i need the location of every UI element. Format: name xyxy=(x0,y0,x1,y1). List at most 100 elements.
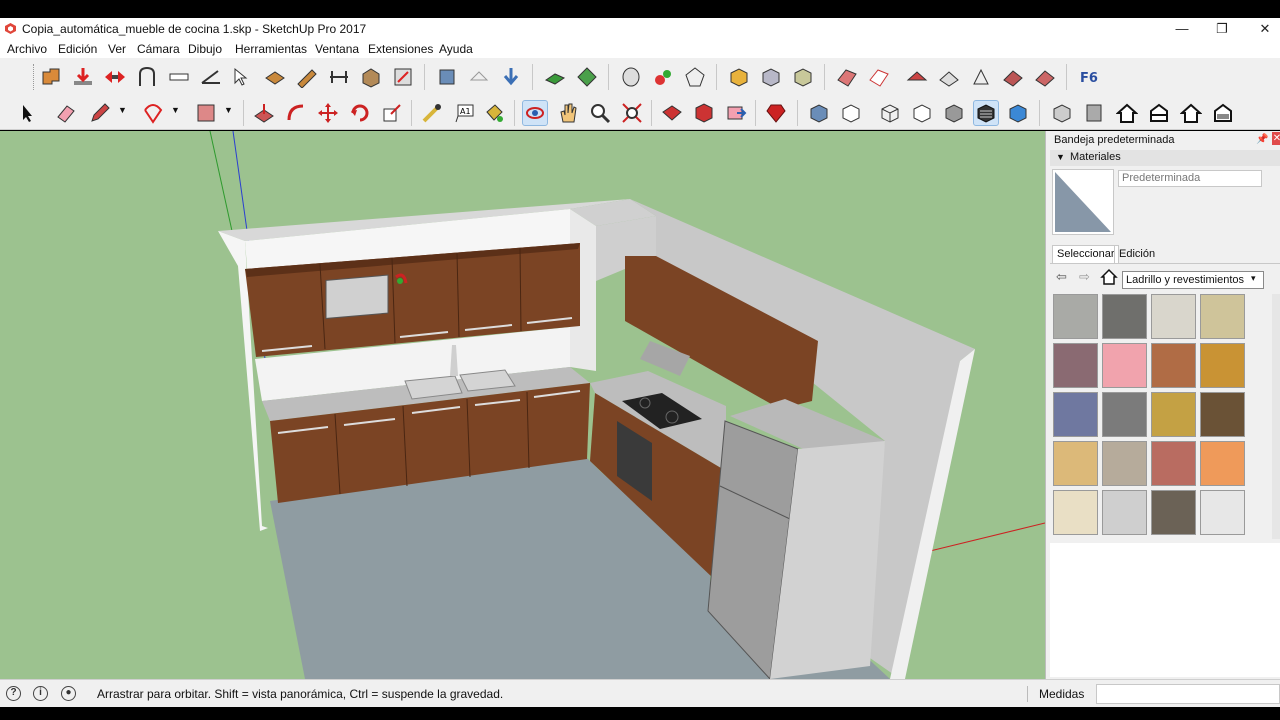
smoove-icon[interactable] xyxy=(904,64,930,90)
angle-icon[interactable] xyxy=(198,64,224,90)
solid-tools-icon[interactable] xyxy=(618,64,644,90)
material-swatch[interactable] xyxy=(1102,343,1147,388)
scene-icon[interactable] xyxy=(650,64,676,90)
material-swatch[interactable] xyxy=(1102,441,1147,486)
right-view-icon[interactable] xyxy=(1146,100,1172,126)
material-swatch[interactable] xyxy=(1053,343,1098,388)
wireframe-icon[interactable] xyxy=(877,100,903,126)
select-bend-icon[interactable] xyxy=(230,64,256,90)
menu-herramientas[interactable]: Herramientas xyxy=(235,42,307,56)
tab-seleccionar[interactable]: Seleccionar xyxy=(1052,245,1120,263)
top-view-icon[interactable] xyxy=(1081,100,1107,126)
arc-tool-icon[interactable] xyxy=(140,100,166,126)
swatch-scrollbar[interactable] xyxy=(1272,294,1280,539)
ruby-console-icon[interactable] xyxy=(763,100,789,126)
material-swatch[interactable] xyxy=(1102,294,1147,339)
tape-measure-icon[interactable] xyxy=(419,100,445,126)
menu-extensiones[interactable]: Extensiones xyxy=(368,42,433,56)
download-icon[interactable] xyxy=(498,64,524,90)
left-view-icon[interactable] xyxy=(1210,100,1236,126)
rotate-icon[interactable] xyxy=(347,100,373,126)
material-swatch[interactable] xyxy=(1102,392,1147,437)
close-button[interactable]: ✕ xyxy=(1243,18,1280,40)
shape-icon[interactable] xyxy=(682,64,708,90)
select-arrow-icon[interactable] xyxy=(14,100,40,126)
pencil-icon[interactable] xyxy=(87,100,113,126)
dimension-icon[interactable] xyxy=(166,64,192,90)
monochrome-icon[interactable] xyxy=(1005,100,1031,126)
follow-me-icon[interactable] xyxy=(283,100,309,126)
text-tool-icon[interactable]: A1 xyxy=(452,100,478,126)
pan-hand-icon[interactable] xyxy=(555,100,581,126)
menu-archivo[interactable]: Archivo xyxy=(7,42,47,56)
3d-warehouse-icon[interactable] xyxy=(659,100,685,126)
send-to-layout-icon[interactable] xyxy=(723,100,749,126)
eraser-icon[interactable] xyxy=(53,100,79,126)
menu-edicion[interactable]: Edición xyxy=(58,42,97,56)
iso-view-icon[interactable] xyxy=(1049,100,1075,126)
orbit-icon[interactable] xyxy=(522,100,548,126)
tray-close-button[interactable]: ✕ xyxy=(1272,132,1280,145)
home-icon[interactable] xyxy=(1100,268,1118,286)
back-arrow-icon[interactable]: ⇦ xyxy=(1056,269,1067,285)
tab-edicion[interactable]: Edición xyxy=(1114,246,1159,263)
material-swatch[interactable] xyxy=(1053,392,1098,437)
measurements-input[interactable] xyxy=(1096,684,1280,704)
material-swatch[interactable] xyxy=(1151,490,1196,535)
chevron-down-icon[interactable]: ▼ xyxy=(224,105,233,115)
library-dropdown[interactable]: Ladrillo y revestimientos ▾ xyxy=(1122,271,1264,289)
back-view-icon[interactable] xyxy=(1178,100,1204,126)
push-pull-tool-icon[interactable] xyxy=(251,100,277,126)
paint-bucket-icon[interactable] xyxy=(481,100,507,126)
subtract-icon[interactable] xyxy=(758,64,784,90)
material-swatch[interactable] xyxy=(1053,294,1098,339)
back-edges-icon[interactable] xyxy=(838,100,864,126)
intersect-icon[interactable] xyxy=(790,64,816,90)
sandbox-contours-icon[interactable] xyxy=(834,64,860,90)
flip-edge-icon[interactable] xyxy=(1032,64,1058,90)
material-swatch[interactable] xyxy=(1200,441,1245,486)
box-icon[interactable] xyxy=(358,64,384,90)
sandbox-grid-icon[interactable] xyxy=(866,64,892,90)
measure-width-icon[interactable] xyxy=(326,64,352,90)
menu-camara[interactable]: Cámara xyxy=(137,42,180,56)
material-name-field[interactable]: Predeterminada xyxy=(1118,170,1262,187)
material-swatch[interactable] xyxy=(1053,441,1098,486)
material-swatch[interactable] xyxy=(1200,490,1245,535)
sandbox-icon[interactable] xyxy=(262,64,288,90)
material-swatch[interactable] xyxy=(1200,343,1245,388)
material-swatch[interactable] xyxy=(1053,490,1098,535)
stretch-icon[interactable] xyxy=(102,64,128,90)
zoom-icon[interactable] xyxy=(587,100,613,126)
layer-green-icon[interactable] xyxy=(542,64,568,90)
collapse-arrow-icon[interactable]: ▼ xyxy=(1056,152,1065,162)
3d-viewport[interactable] xyxy=(0,131,1045,679)
info-icon[interactable]: i xyxy=(33,686,48,701)
hidden-line-icon[interactable] xyxy=(909,100,935,126)
material-swatch[interactable] xyxy=(1200,294,1245,339)
restore-button[interactable]: ❐ xyxy=(1200,18,1244,40)
chevron-down-icon[interactable]: ▼ xyxy=(171,105,180,115)
geo-location-icon[interactable]: ? xyxy=(6,686,21,701)
material-swatch[interactable] xyxy=(1151,392,1196,437)
minimize-button[interactable]: — xyxy=(1160,18,1204,40)
chevron-down-icon[interactable]: ▼ xyxy=(118,105,127,115)
materials-panel-header[interactable]: ▼ Materiales xyxy=(1050,150,1280,166)
extension-warehouse-icon[interactable] xyxy=(691,100,717,126)
pin-icon[interactable]: 📌 xyxy=(1256,134,1268,145)
stamp-icon[interactable] xyxy=(936,64,962,90)
toolbar-grip[interactable] xyxy=(33,64,36,90)
xray-icon[interactable] xyxy=(806,100,832,126)
warehouse-icon[interactable] xyxy=(434,64,460,90)
position-icon[interactable] xyxy=(574,64,600,90)
scale-icon[interactable] xyxy=(379,100,405,126)
rectangle-icon[interactable] xyxy=(193,100,219,126)
material-swatch[interactable] xyxy=(1151,343,1196,388)
user-account-icon[interactable]: ● xyxy=(61,686,76,701)
share-model-icon[interactable] xyxy=(466,64,492,90)
union-icon[interactable] xyxy=(726,64,752,90)
move-tool-icon[interactable] xyxy=(315,100,341,126)
drape-icon[interactable] xyxy=(968,64,994,90)
menu-ventana[interactable]: Ventana xyxy=(315,42,359,56)
menu-dibujo[interactable]: Dibujo xyxy=(188,42,222,56)
